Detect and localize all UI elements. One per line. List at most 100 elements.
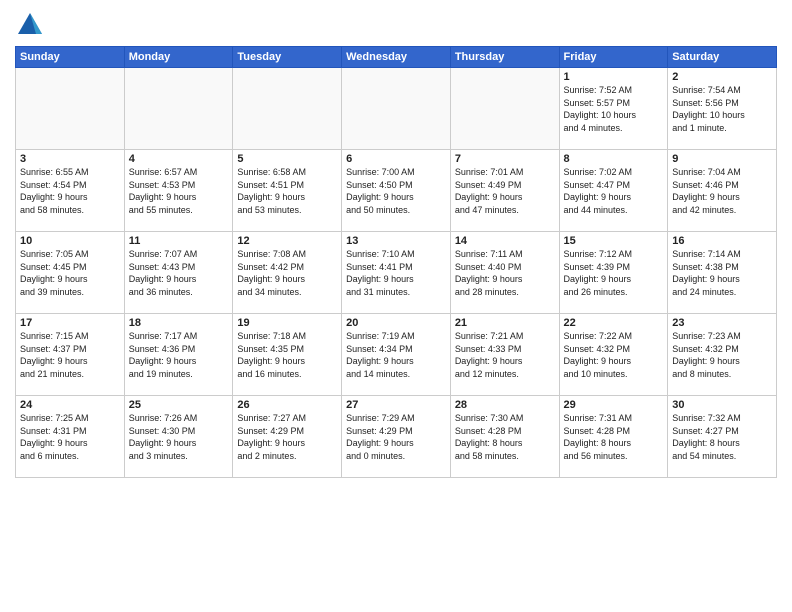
- day-number: 7: [455, 153, 555, 165]
- calendar-day-cell: 30Sunrise: 7:32 AM Sunset: 4:27 PM Dayli…: [668, 396, 777, 478]
- day-number: 1: [564, 71, 664, 83]
- calendar-day-header: Friday: [559, 47, 668, 68]
- calendar-day-cell: 28Sunrise: 7:30 AM Sunset: 4:28 PM Dayli…: [450, 396, 559, 478]
- day-number: 13: [346, 235, 446, 247]
- calendar-header-row: SundayMondayTuesdayWednesdayThursdayFrid…: [16, 47, 777, 68]
- day-number: 17: [20, 317, 120, 329]
- day-number: 19: [237, 317, 337, 329]
- day-number: 6: [346, 153, 446, 165]
- calendar-day-cell: [16, 68, 125, 150]
- day-info: Sunrise: 7:11 AM Sunset: 4:40 PM Dayligh…: [455, 248, 555, 298]
- calendar-day-header: Sunday: [16, 47, 125, 68]
- calendar-day-cell: 24Sunrise: 7:25 AM Sunset: 4:31 PM Dayli…: [16, 396, 125, 478]
- calendar-day-header: Monday: [124, 47, 233, 68]
- day-info: Sunrise: 7:32 AM Sunset: 4:27 PM Dayligh…: [672, 412, 772, 462]
- calendar-day-cell: 11Sunrise: 7:07 AM Sunset: 4:43 PM Dayli…: [124, 232, 233, 314]
- calendar-day-cell: 22Sunrise: 7:22 AM Sunset: 4:32 PM Dayli…: [559, 314, 668, 396]
- day-number: 4: [129, 153, 229, 165]
- day-number: 2: [672, 71, 772, 83]
- day-number: 12: [237, 235, 337, 247]
- day-number: 5: [237, 153, 337, 165]
- calendar-day-cell: 19Sunrise: 7:18 AM Sunset: 4:35 PM Dayli…: [233, 314, 342, 396]
- day-number: 26: [237, 399, 337, 411]
- page: SundayMondayTuesdayWednesdayThursdayFrid…: [0, 0, 792, 612]
- header: [15, 10, 777, 40]
- calendar-day-cell: 2Sunrise: 7:54 AM Sunset: 5:56 PM Daylig…: [668, 68, 777, 150]
- calendar-day-cell: [342, 68, 451, 150]
- day-info: Sunrise: 7:21 AM Sunset: 4:33 PM Dayligh…: [455, 330, 555, 380]
- day-info: Sunrise: 6:55 AM Sunset: 4:54 PM Dayligh…: [20, 166, 120, 216]
- day-number: 29: [564, 399, 664, 411]
- day-number: 24: [20, 399, 120, 411]
- day-info: Sunrise: 7:08 AM Sunset: 4:42 PM Dayligh…: [237, 248, 337, 298]
- calendar-day-cell: [450, 68, 559, 150]
- day-info: Sunrise: 7:29 AM Sunset: 4:29 PM Dayligh…: [346, 412, 446, 462]
- calendar-day-cell: 3Sunrise: 6:55 AM Sunset: 4:54 PM Daylig…: [16, 150, 125, 232]
- calendar-day-cell: 8Sunrise: 7:02 AM Sunset: 4:47 PM Daylig…: [559, 150, 668, 232]
- day-info: Sunrise: 7:14 AM Sunset: 4:38 PM Dayligh…: [672, 248, 772, 298]
- calendar-day-header: Thursday: [450, 47, 559, 68]
- day-info: Sunrise: 7:25 AM Sunset: 4:31 PM Dayligh…: [20, 412, 120, 462]
- calendar-day-cell: 23Sunrise: 7:23 AM Sunset: 4:32 PM Dayli…: [668, 314, 777, 396]
- calendar-day-cell: 27Sunrise: 7:29 AM Sunset: 4:29 PM Dayli…: [342, 396, 451, 478]
- calendar-day-cell: 21Sunrise: 7:21 AM Sunset: 4:33 PM Dayli…: [450, 314, 559, 396]
- day-info: Sunrise: 7:26 AM Sunset: 4:30 PM Dayligh…: [129, 412, 229, 462]
- calendar-day-cell: 20Sunrise: 7:19 AM Sunset: 4:34 PM Dayli…: [342, 314, 451, 396]
- day-number: 28: [455, 399, 555, 411]
- calendar-day-cell: 29Sunrise: 7:31 AM Sunset: 4:28 PM Dayli…: [559, 396, 668, 478]
- day-number: 8: [564, 153, 664, 165]
- day-info: Sunrise: 7:19 AM Sunset: 4:34 PM Dayligh…: [346, 330, 446, 380]
- day-info: Sunrise: 7:23 AM Sunset: 4:32 PM Dayligh…: [672, 330, 772, 380]
- calendar-week-row: 17Sunrise: 7:15 AM Sunset: 4:37 PM Dayli…: [16, 314, 777, 396]
- day-info: Sunrise: 7:07 AM Sunset: 4:43 PM Dayligh…: [129, 248, 229, 298]
- calendar-day-cell: 12Sunrise: 7:08 AM Sunset: 4:42 PM Dayli…: [233, 232, 342, 314]
- day-info: Sunrise: 6:58 AM Sunset: 4:51 PM Dayligh…: [237, 166, 337, 216]
- day-number: 22: [564, 317, 664, 329]
- calendar-day-cell: 15Sunrise: 7:12 AM Sunset: 4:39 PM Dayli…: [559, 232, 668, 314]
- calendar-table: SundayMondayTuesdayWednesdayThursdayFrid…: [15, 46, 777, 478]
- calendar-day-cell: 17Sunrise: 7:15 AM Sunset: 4:37 PM Dayli…: [16, 314, 125, 396]
- day-number: 9: [672, 153, 772, 165]
- day-info: Sunrise: 7:22 AM Sunset: 4:32 PM Dayligh…: [564, 330, 664, 380]
- day-info: Sunrise: 7:01 AM Sunset: 4:49 PM Dayligh…: [455, 166, 555, 216]
- calendar-day-header: Saturday: [668, 47, 777, 68]
- calendar-day-header: Wednesday: [342, 47, 451, 68]
- calendar-week-row: 1Sunrise: 7:52 AM Sunset: 5:57 PM Daylig…: [16, 68, 777, 150]
- calendar-day-header: Tuesday: [233, 47, 342, 68]
- calendar-day-cell: 7Sunrise: 7:01 AM Sunset: 4:49 PM Daylig…: [450, 150, 559, 232]
- calendar-day-cell: 14Sunrise: 7:11 AM Sunset: 4:40 PM Dayli…: [450, 232, 559, 314]
- calendar-day-cell: 26Sunrise: 7:27 AM Sunset: 4:29 PM Dayli…: [233, 396, 342, 478]
- day-info: Sunrise: 7:54 AM Sunset: 5:56 PM Dayligh…: [672, 84, 772, 134]
- day-info: Sunrise: 7:52 AM Sunset: 5:57 PM Dayligh…: [564, 84, 664, 134]
- logo: [15, 10, 49, 40]
- day-info: Sunrise: 7:04 AM Sunset: 4:46 PM Dayligh…: [672, 166, 772, 216]
- calendar-day-cell: 25Sunrise: 7:26 AM Sunset: 4:30 PM Dayli…: [124, 396, 233, 478]
- calendar-day-cell: 18Sunrise: 7:17 AM Sunset: 4:36 PM Dayli…: [124, 314, 233, 396]
- day-info: Sunrise: 7:31 AM Sunset: 4:28 PM Dayligh…: [564, 412, 664, 462]
- day-info: Sunrise: 7:27 AM Sunset: 4:29 PM Dayligh…: [237, 412, 337, 462]
- calendar-week-row: 24Sunrise: 7:25 AM Sunset: 4:31 PM Dayli…: [16, 396, 777, 478]
- calendar-week-row: 3Sunrise: 6:55 AM Sunset: 4:54 PM Daylig…: [16, 150, 777, 232]
- day-info: Sunrise: 7:18 AM Sunset: 4:35 PM Dayligh…: [237, 330, 337, 380]
- day-info: Sunrise: 6:57 AM Sunset: 4:53 PM Dayligh…: [129, 166, 229, 216]
- logo-icon: [15, 10, 45, 40]
- calendar-day-cell: [233, 68, 342, 150]
- day-number: 11: [129, 235, 229, 247]
- day-number: 23: [672, 317, 772, 329]
- day-number: 3: [20, 153, 120, 165]
- day-number: 25: [129, 399, 229, 411]
- calendar-day-cell: 10Sunrise: 7:05 AM Sunset: 4:45 PM Dayli…: [16, 232, 125, 314]
- calendar-week-row: 10Sunrise: 7:05 AM Sunset: 4:45 PM Dayli…: [16, 232, 777, 314]
- day-info: Sunrise: 7:30 AM Sunset: 4:28 PM Dayligh…: [455, 412, 555, 462]
- day-number: 14: [455, 235, 555, 247]
- calendar-day-cell: 16Sunrise: 7:14 AM Sunset: 4:38 PM Dayli…: [668, 232, 777, 314]
- day-info: Sunrise: 7:10 AM Sunset: 4:41 PM Dayligh…: [346, 248, 446, 298]
- day-number: 18: [129, 317, 229, 329]
- day-number: 20: [346, 317, 446, 329]
- day-number: 10: [20, 235, 120, 247]
- day-number: 30: [672, 399, 772, 411]
- day-number: 21: [455, 317, 555, 329]
- calendar-day-cell: [124, 68, 233, 150]
- day-number: 15: [564, 235, 664, 247]
- day-info: Sunrise: 7:02 AM Sunset: 4:47 PM Dayligh…: [564, 166, 664, 216]
